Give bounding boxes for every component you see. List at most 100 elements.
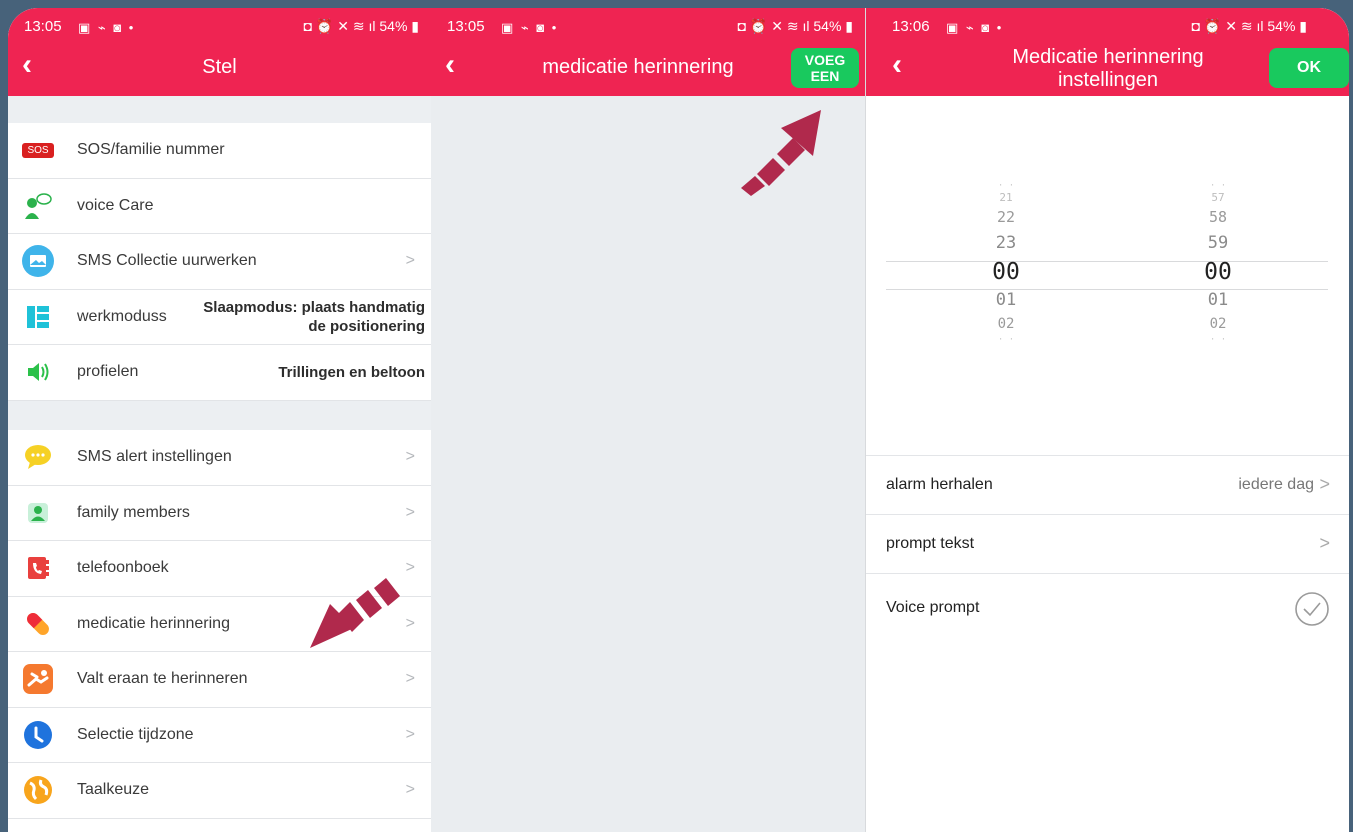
- page-title: Stel: [202, 56, 237, 78]
- item-label: Valt eraan te herinneren: [77, 670, 248, 688]
- item-label: SMS alert instellingen: [77, 448, 232, 466]
- hour-option: 01: [995, 290, 1017, 310]
- voice-prompt-label: Voice prompt: [886, 599, 980, 616]
- hour-wheel[interactable]: · · 21 22 23 00 01 02 · ·: [976, 183, 1036, 346]
- battery-level: 54%: [379, 18, 408, 34]
- add-button-line1: VOEG: [804, 52, 846, 68]
- item-label: telefoonboek: [77, 559, 169, 577]
- title-line1: Medicatie herinnering: [1012, 46, 1204, 68]
- voice-prompt-row[interactable]: Voice prompt: [866, 573, 1349, 643]
- chevron-right-icon: >: [405, 448, 415, 466]
- work-mode-icon: [22, 301, 54, 333]
- pill-icon: [22, 608, 54, 640]
- family-members-item[interactable]: family members >: [8, 486, 431, 541]
- minute-option: 57: [1211, 191, 1225, 204]
- minute-option: 02: [1209, 316, 1227, 332]
- status-time: 13:05: [24, 18, 62, 35]
- status-right: ◘ ⏰ ✕ ≋ ıl 54% ▮: [737, 18, 853, 34]
- status-bar: 13:05 ▣ ⌁ ◙ • ◘ ⏰ ✕ ≋ ıl 54% ▮: [431, 18, 865, 40]
- profiles-item[interactable]: profielen Trillingen en beltoon: [8, 345, 431, 401]
- item-label: voice Care: [77, 196, 154, 214]
- profiles-value: Trillingen en beltoon: [278, 363, 425, 381]
- minute-ghost-top: · ·: [1209, 183, 1227, 191]
- annotation-arrow-down-left-icon: [310, 578, 400, 648]
- timezone-item[interactable]: Selectie tijdzone >: [8, 708, 431, 763]
- chevron-right-icon: >: [405, 670, 415, 688]
- prompt-text-row[interactable]: prompt tekst >: [866, 514, 1349, 573]
- reminder-settings-header: 13:06 ▣ ⌁ ◙ • ◘ ⏰ ✕ ≋ ıl 54% ▮ ‹ Medicat…: [866, 8, 1349, 96]
- battery-level: 54%: [813, 18, 842, 34]
- minute-wheel[interactable]: · · 57 58 59 00 01 02 · ·: [1188, 183, 1248, 346]
- time-picker[interactable]: · · 21 22 23 00 01 02 · · · · 57 58 59 0…: [886, 183, 1328, 363]
- prompt-text-label: prompt tekst: [886, 535, 975, 552]
- item-label: werkmoduss: [77, 307, 167, 325]
- title-line2: instellingen: [1057, 69, 1159, 91]
- work-mode-value: Slaapmodus: plaats handmatig de position…: [203, 298, 425, 336]
- family-icon: [22, 497, 54, 529]
- alarm-repeat-row[interactable]: alarm herhalen iedere dag >: [866, 455, 1349, 514]
- fall-reminder-item[interactable]: Valt eraan te herinneren >: [8, 652, 431, 708]
- hour-ghost-bottom: · ·: [997, 336, 1015, 345]
- item-label: Taalkeuze: [77, 781, 150, 799]
- sms-collection-item[interactable]: SMS Collectie uurwerken >: [8, 234, 431, 290]
- work-mode-value-line1: Slaapmodus: plaats handmatig: [203, 298, 425, 316]
- item-label: SOS/familie nummer: [77, 141, 225, 159]
- hour-option: 22: [996, 208, 1016, 226]
- alarm-repeat-label: alarm herhalen: [886, 476, 993, 493]
- reminder-settings-panel: 13:06 ▣ ⌁ ◙ • ◘ ⏰ ✕ ≋ ıl 54% ▮ ‹ Medicat…: [865, 8, 1349, 832]
- speaker-icon: [22, 356, 54, 388]
- hour-option: 23: [995, 233, 1017, 253]
- item-label: family members: [77, 503, 190, 521]
- chevron-right-icon: >: [1319, 474, 1330, 494]
- minute-option: 58: [1208, 208, 1228, 226]
- chevron-right-icon: >: [405, 252, 415, 270]
- status-right: ◘ ⏰ ✕ ≋ ıl 54% ▮: [1191, 18, 1307, 34]
- chevron-right-icon: >: [405, 503, 415, 521]
- work-mode-item[interactable]: werkmoduss Slaapmodus: plaats handmatig …: [8, 290, 431, 345]
- notification-icons: ▣ ⌁ ◙ •: [501, 20, 559, 35]
- work-mode-value-line2: de positionering: [308, 317, 425, 335]
- status-bar: 13:05 ▣ ⌁ ◙ • ◘ ⏰ ✕ ≋ ıl 54% ▮: [8, 18, 431, 40]
- annotation-arrow-up-right-icon: [741, 110, 821, 196]
- add-reminder-button[interactable]: VOEG EEN: [791, 48, 859, 88]
- battery-level: 54%: [1267, 18, 1296, 34]
- hour-option: 21: [999, 191, 1013, 204]
- chevron-right-icon: >: [405, 725, 415, 743]
- picker-selection-top: [886, 261, 1328, 262]
- minute-option: 59: [1207, 233, 1229, 253]
- sos-family-number-item[interactable]: SOS SOS/familie nummer: [8, 123, 431, 179]
- add-button-line2: EEN: [810, 68, 840, 84]
- language-item[interactable]: Taalkeuze >: [8, 763, 431, 819]
- item-label: SMS Collectie uurwerken: [77, 252, 257, 270]
- sos-badge: SOS: [22, 142, 54, 158]
- settings-header: 13:05 ▣ ⌁ ◙ • ◘ ⏰ ✕ ≋ ıl 54% ▮ ‹ Stel: [8, 8, 431, 96]
- ok-button[interactable]: OK: [1269, 48, 1349, 88]
- screenshot-frame: 13:05 ▣ ⌁ ◙ • ◘ ⏰ ✕ ≋ ıl 54% ▮ ‹ Stel SO…: [8, 8, 1349, 832]
- check-circle-icon[interactable]: [1294, 591, 1330, 632]
- alarm-repeat-value: iedere dag: [1238, 476, 1314, 493]
- sms-alert-settings-item[interactable]: SMS alert instellingen >: [8, 430, 431, 486]
- chevron-right-icon: >: [405, 781, 415, 799]
- clock-icon: [22, 719, 54, 751]
- sos-icon: SOS: [22, 134, 54, 166]
- fall-icon: [22, 663, 54, 695]
- status-right: ◘ ⏰ ✕ ≋ ıl 54% ▮: [303, 18, 419, 34]
- chat-bubble-icon: [22, 441, 54, 473]
- globe-icon: [22, 774, 54, 806]
- status-time: 13:05: [447, 18, 485, 35]
- settings-group-1: SOS SOS/familie nummer voice Care SMS Co…: [8, 123, 431, 401]
- item-label: Selectie tijdzone: [77, 725, 194, 743]
- status-bar: 13:06 ▣ ⌁ ◙ • ◘ ⏰ ✕ ≋ ıl 54% ▮: [866, 18, 1349, 40]
- phonebook-icon: [22, 552, 54, 584]
- medication-list-panel: 13:05 ▣ ⌁ ◙ • ◘ ⏰ ✕ ≋ ıl 54% ▮ ‹ medicat…: [431, 8, 865, 832]
- hour-option: 02: [997, 316, 1015, 332]
- item-label: profielen: [77, 363, 139, 381]
- voice-care-item[interactable]: voice Care: [8, 179, 431, 234]
- voice-care-icon: [22, 190, 54, 222]
- list-item-partial: [8, 819, 431, 832]
- status-time: 13:06: [892, 18, 930, 35]
- picker-selection-bottom: [886, 289, 1328, 290]
- chevron-right-icon: >: [1319, 533, 1330, 553]
- item-label: medicatie herinnering: [77, 614, 230, 632]
- minute-selected: 00: [1204, 259, 1232, 285]
